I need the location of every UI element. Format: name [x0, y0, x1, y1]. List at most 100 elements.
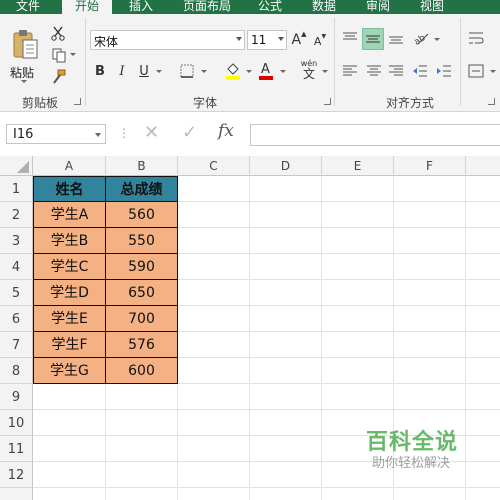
row-header-8[interactable]: 8 — [0, 358, 33, 384]
tab-page-layout[interactable]: 页面布局 — [172, 0, 242, 14]
middle-align-button[interactable] — [362, 28, 384, 50]
table-cell-score[interactable]: 590 — [106, 254, 177, 280]
row-header-5[interactable]: 5 — [0, 280, 33, 306]
table-cell-name[interactable]: 学生A — [34, 202, 106, 228]
fill-color-dropdown-icon[interactable] — [246, 70, 252, 73]
formula-bar: I16 ⋮ ✕ ✓ fx — [0, 112, 500, 156]
row-header-10[interactable]: 10 — [0, 410, 33, 436]
tab-review[interactable]: 审阅 — [358, 0, 398, 14]
column-header-g[interactable] — [466, 156, 500, 176]
orientation-dropdown-icon[interactable] — [434, 38, 440, 41]
italic-button[interactable]: I — [114, 62, 130, 80]
row-header-6[interactable]: 6 — [0, 306, 33, 332]
phonetic-guide-button[interactable]: wén 文 — [296, 58, 322, 82]
name-box[interactable]: I16 — [6, 124, 106, 144]
grow-font-button[interactable]: A ▲ — [291, 30, 307, 50]
ribbon-tab-bar: 文件 开始 插入 页面布局 公式 数据 审阅 视图 — [0, 0, 500, 14]
format-painter-icon — [53, 69, 66, 84]
indent-icon — [437, 65, 451, 77]
borders-button[interactable] — [176, 61, 198, 81]
paste-dropdown-icon[interactable] — [21, 80, 27, 83]
table-header-score[interactable]: 总成绩 — [106, 177, 177, 202]
bold-button[interactable]: B — [92, 62, 108, 80]
group-divider — [460, 18, 461, 106]
row-header-7[interactable]: 7 — [0, 332, 33, 358]
alignment-launcher-icon[interactable] — [488, 98, 495, 105]
phonetic-dropdown-icon[interactable] — [322, 70, 328, 73]
row-header-1[interactable]: 1 — [0, 176, 33, 202]
tab-insert[interactable]: 插入 — [118, 0, 164, 14]
table-cell-name[interactable]: 学生F — [34, 332, 106, 358]
clipboard-launcher-icon[interactable] — [74, 98, 81, 105]
gridline — [33, 487, 500, 488]
column-header-f[interactable]: F — [394, 156, 466, 176]
merge-dropdown-icon[interactable] — [490, 70, 496, 73]
enter-icon[interactable]: ✓ — [182, 122, 197, 143]
font-launcher-icon[interactable] — [324, 98, 331, 105]
increase-indent-button[interactable] — [434, 62, 454, 80]
align-left-button[interactable] — [340, 62, 360, 80]
row-header-4[interactable]: 4 — [0, 254, 33, 280]
underline-button[interactable]: U — [136, 62, 152, 80]
paste-button[interactable] — [10, 26, 40, 62]
row-header-2[interactable]: 2 — [0, 202, 33, 228]
table-cell-score[interactable]: 576 — [106, 332, 177, 358]
tab-view[interactable]: 视图 — [412, 0, 452, 14]
border-icon — [180, 64, 194, 78]
caret-down-icon: ▼ — [321, 32, 327, 40]
formula-input[interactable] — [250, 124, 500, 146]
font-size-combo[interactable]: 11 — [247, 30, 287, 50]
row-header-9[interactable]: 9 — [0, 384, 33, 410]
decrease-indent-button[interactable] — [410, 62, 430, 80]
copy-button[interactable] — [48, 46, 70, 64]
underline-dropdown-icon[interactable] — [156, 70, 162, 73]
table-cell-name[interactable]: 学生B — [34, 228, 106, 254]
table-cell-name[interactable]: 学生C — [34, 254, 106, 280]
tab-formulas[interactable]: 公式 — [250, 0, 290, 14]
tab-file[interactable]: 文件 — [2, 0, 54, 14]
row-header-13[interactable] — [0, 488, 33, 500]
table-cell-name[interactable]: 学生D — [34, 280, 106, 306]
orientation-button[interactable]: ab — [410, 28, 432, 48]
table-cell-score[interactable]: 700 — [106, 306, 177, 332]
copy-dropdown-icon[interactable] — [70, 53, 76, 56]
format-painter-button[interactable] — [48, 68, 68, 86]
top-align-button[interactable] — [340, 28, 360, 48]
align-left-icon — [343, 65, 357, 76]
table-cell-score[interactable]: 550 — [106, 228, 177, 254]
borders-dropdown-icon[interactable] — [201, 70, 207, 73]
tab-data[interactable]: 数据 — [302, 0, 346, 14]
align-center-icon — [367, 65, 381, 76]
row-header-12[interactable]: 12 — [0, 462, 33, 488]
align-center-button[interactable] — [364, 62, 384, 80]
align-right-button[interactable] — [386, 62, 406, 80]
table-cell-score[interactable]: 560 — [106, 202, 177, 228]
row-header-11[interactable]: 11 — [0, 436, 33, 462]
cancel-icon[interactable]: ✕ — [144, 122, 159, 143]
table-cell-score[interactable]: 650 — [106, 280, 177, 306]
bottom-align-button[interactable] — [386, 28, 406, 48]
paint-bucket-icon — [226, 63, 240, 80]
column-header-d[interactable]: D — [250, 156, 322, 176]
font-color-button[interactable]: A — [256, 59, 276, 81]
row-header-3[interactable]: 3 — [0, 228, 33, 254]
cut-button[interactable] — [48, 24, 68, 42]
fill-color-button[interactable] — [222, 59, 244, 81]
table-cell-name[interactable]: 学生E — [34, 306, 106, 332]
column-header-e[interactable]: E — [322, 156, 394, 176]
table-cell-score[interactable]: 600 — [106, 358, 177, 383]
column-header-a[interactable]: A — [33, 156, 106, 176]
insert-function-button[interactable]: fx — [218, 121, 234, 141]
column-header-c[interactable]: C — [178, 156, 250, 176]
font-name-combo[interactable]: 宋体 — [90, 30, 245, 50]
shrink-font-button[interactable]: A ▼ — [312, 32, 328, 50]
table-header-name[interactable]: 姓名 — [34, 177, 106, 202]
column-header-b[interactable]: B — [106, 156, 178, 176]
merge-center-button[interactable] — [466, 62, 486, 80]
tab-home[interactable]: 开始 — [62, 0, 112, 14]
wrap-text-button[interactable] — [466, 28, 486, 48]
select-all-corner[interactable] — [0, 156, 33, 176]
font-color-dropdown-icon[interactable] — [280, 70, 286, 73]
table-cell-name[interactable]: 学生G — [34, 358, 106, 383]
gridline — [465, 176, 466, 500]
